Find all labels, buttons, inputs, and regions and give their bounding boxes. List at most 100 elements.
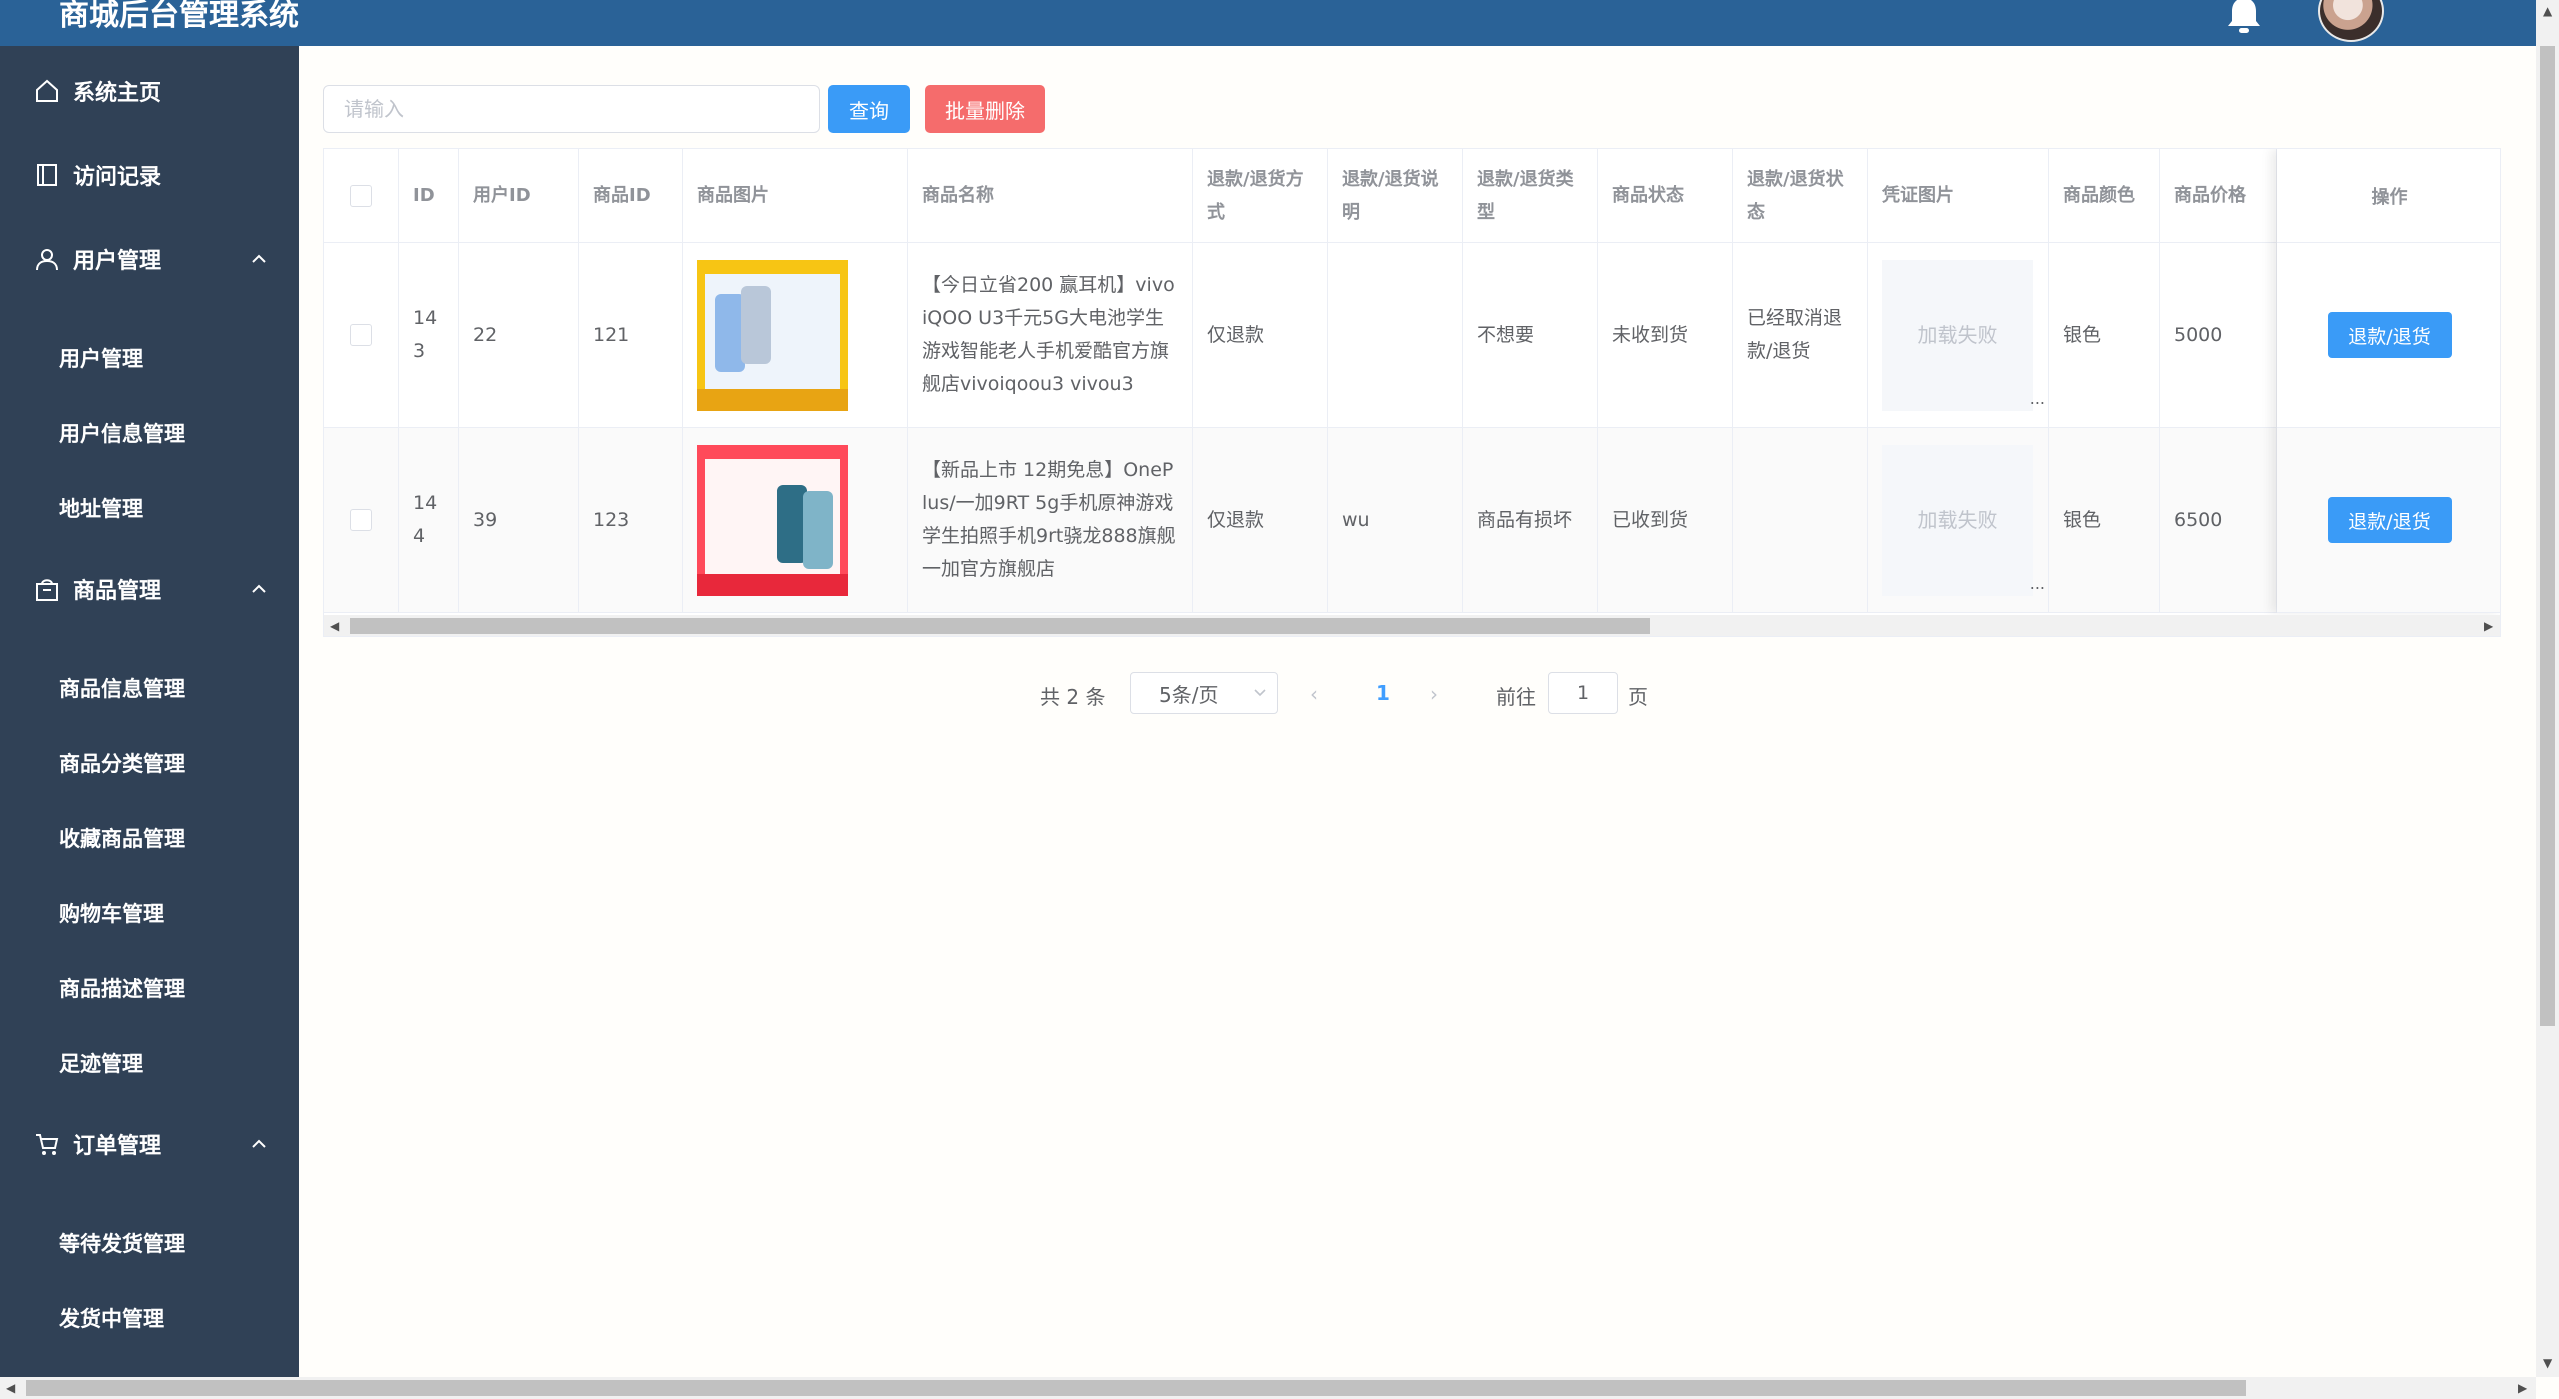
table-horizontal-scrollbar[interactable]: ◀ ▶ (324, 615, 2500, 636)
batch-delete-button[interactable]: 批量删除 (925, 85, 1045, 133)
column-header: 退款/退货方式 (1193, 149, 1328, 242)
row-checkbox[interactable] (350, 324, 372, 346)
user-icon (36, 249, 58, 271)
sidebar-subitem-user-management[interactable]: 用户管理 (0, 330, 299, 386)
cell-goods-status: 已收到货 (1598, 428, 1733, 612)
chevron-up-icon (252, 1139, 266, 1148)
cell-goods-id: 123 (579, 428, 683, 612)
column-header: 商品图片 (683, 149, 908, 242)
refund-return-button[interactable]: 退款/退货 (2327, 497, 2452, 543)
pagination-total: 共 2 条 (1040, 685, 1106, 709)
scrollbar-thumb[interactable] (2540, 46, 2555, 1026)
scrollbar-thumb[interactable] (26, 1380, 2246, 1396)
scroll-up-icon[interactable]: ▲ (2543, 4, 2552, 18)
top-header: 商城后台管理系统 (0, 0, 2536, 46)
scrollbar-thumb[interactable] (350, 618, 1650, 634)
sidebar-subitem-goods-category[interactable]: 商品分类管理 (0, 735, 299, 791)
sidebar: 系统主页 访问记录 用户管理 用户管理 用户信息管理 地址管理 商品管理 商品信… (0, 46, 299, 1377)
next-page-button[interactable]: › (1430, 682, 1438, 706)
goods-icon (36, 579, 58, 601)
cell-user-id: 22 (459, 243, 579, 427)
cell-refund-desc: wu (1328, 428, 1463, 612)
voucher-image-failed: 加载失败 ... (1882, 444, 2045, 596)
cell-goods-name: 【今日立省200 赢耳机】vivo iQOO U3千元5G大电池学生游戏智能老人… (908, 243, 1193, 427)
sidebar-subitem-shipping[interactable]: 发货中管理 (0, 1290, 299, 1346)
sidebar-subitem-goods-info[interactable]: 商品信息管理 (0, 660, 299, 716)
page-number-current[interactable]: 1 (1376, 681, 1390, 705)
home-icon (36, 79, 58, 102)
cell-id: 144 (399, 428, 459, 612)
cell-refund-status: 已经取消退款/退货 (1733, 243, 1868, 427)
column-header: 商品名称 (908, 149, 1193, 242)
goto-label: 前往 (1496, 685, 1536, 709)
row-select[interactable] (324, 428, 399, 612)
sidebar-subitem-user-info[interactable]: 用户信息管理 (0, 405, 299, 461)
sidebar-item-order-management[interactable]: 订单管理 (0, 1114, 299, 1174)
page-size-select[interactable]: 5条/页 (1130, 672, 1278, 714)
row-checkbox[interactable] (350, 509, 372, 531)
sidebar-item-visit-records[interactable]: 访问记录 (0, 145, 299, 205)
page-suffix-label: 页 (1628, 685, 1648, 709)
chevron-down-icon (1254, 689, 1266, 697)
pagination: 共 2 条 5条/页 ‹ 1 › 前往 页 (1040, 672, 1680, 716)
table-row: 144 39 123 【新品上市 12期免息】OnePlus/一加9RT 5g手… (324, 428, 2500, 613)
column-header: 商品ID (579, 149, 683, 242)
column-header: 退款/退货状态 (1733, 149, 1868, 242)
cell-refund-method: 仅退款 (1193, 428, 1328, 612)
goto-page-input[interactable] (1548, 672, 1618, 714)
scroll-right-icon[interactable]: ▶ (2518, 1381, 2527, 1395)
column-header: 退款/退货说明 (1328, 149, 1463, 242)
column-header: 商品状态 (1598, 149, 1733, 242)
cell-refund-status (1733, 428, 1868, 612)
cell-goods-image (683, 243, 908, 427)
scroll-down-icon[interactable]: ▼ (2543, 1356, 2552, 1370)
sidebar-subitem-favorites[interactable]: 收藏商品管理 (0, 810, 299, 866)
redmi-note10-product-image (697, 444, 848, 596)
cell-refund-type: 不想要 (1463, 243, 1598, 427)
column-header: 商品颜色 (2049, 149, 2160, 242)
query-button[interactable]: 查询 (828, 85, 910, 133)
sidebar-item-label: 系统主页 (73, 81, 162, 106)
cell-goods-status: 未收到货 (1598, 243, 1733, 427)
cell-refund-method: 仅退款 (1193, 243, 1328, 427)
sidebar-item-label: 访问记录 (73, 165, 162, 190)
page-vertical-scrollbar[interactable]: ▲ ▼ (2536, 0, 2559, 1377)
action-cell: 退款/退货 (2277, 428, 2500, 613)
cell-color: 银色 (2049, 428, 2160, 612)
sidebar-subitem-cart[interactable]: 购物车管理 (0, 885, 299, 941)
chevron-up-icon (252, 584, 266, 593)
search-input[interactable] (323, 85, 820, 133)
cart-icon (36, 1134, 59, 1155)
overflow-ellipsis: ... (2029, 388, 2045, 408)
scroll-right-icon[interactable]: ▶ (2484, 619, 2493, 633)
app-title: 商城后台管理系统 (59, 0, 299, 33)
header-select-all[interactable] (324, 149, 399, 242)
column-header: 退款/退货类型 (1463, 149, 1598, 242)
select-all-checkbox[interactable] (350, 184, 372, 207)
sidebar-subitem-goods-description[interactable]: 商品描述管理 (0, 960, 299, 1016)
sidebar-item-user-management[interactable]: 用户管理 (0, 229, 299, 289)
sidebar-subitem-footprint[interactable]: 足迹管理 (0, 1035, 299, 1091)
voucher-image-failed: 加载失败 ... (1882, 259, 2045, 411)
sidebar-item-home[interactable]: 系统主页 (0, 61, 299, 121)
cell-price: 6500 (2160, 428, 2277, 612)
chevron-up-icon (252, 254, 266, 263)
prev-page-button[interactable]: ‹ (1310, 682, 1318, 706)
refund-return-button[interactable]: 退款/退货 (2327, 312, 2452, 358)
cell-refund-type: 商品有损坏 (1463, 428, 1598, 612)
cell-voucher-image: 加载失败 ... (1868, 243, 2049, 427)
table-row: 143 22 121 【今日立省200 赢耳机】vivo iQOO U3千元5G… (324, 243, 2500, 428)
sidebar-item-label: 订单管理 (73, 1134, 162, 1159)
scroll-left-icon[interactable]: ◀ (6, 1381, 15, 1395)
sidebar-subitem-address[interactable]: 地址管理 (0, 480, 299, 536)
column-header: 用户ID (459, 149, 579, 242)
sidebar-subitem-awaiting-shipment[interactable]: 等待发货管理 (0, 1215, 299, 1271)
row-select[interactable] (324, 243, 399, 427)
overflow-ellipsis: ... (2029, 573, 2045, 593)
sidebar-item-label: 用户管理 (73, 249, 162, 274)
user-avatar[interactable] (2318, 0, 2384, 42)
bell-icon[interactable] (2222, 0, 2266, 38)
page-horizontal-scrollbar[interactable]: ◀ ▶ (0, 1377, 2536, 1399)
scroll-left-icon[interactable]: ◀ (330, 619, 339, 633)
sidebar-item-goods-management[interactable]: 商品管理 (0, 559, 299, 619)
